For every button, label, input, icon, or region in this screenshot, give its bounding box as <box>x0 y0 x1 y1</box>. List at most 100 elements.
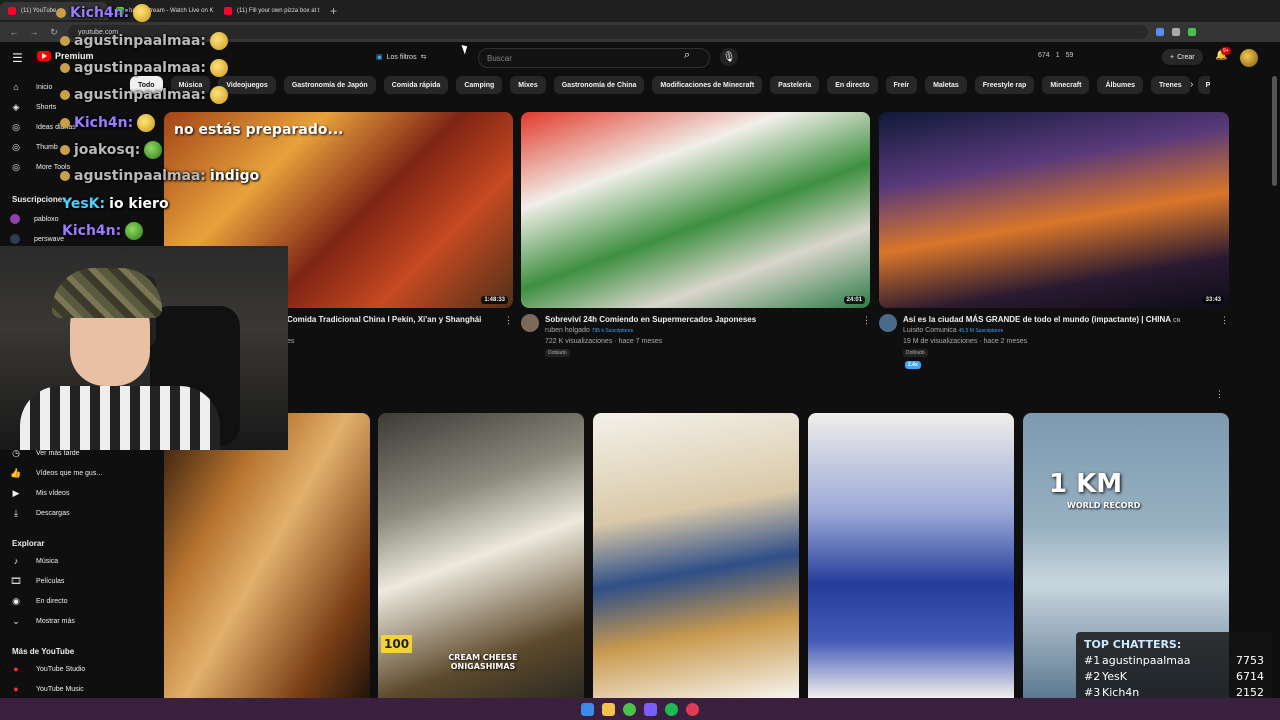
sidebar-item-label: Shorts <box>36 104 57 111</box>
search-icon[interactable]: ⌕ <box>684 49 690 62</box>
sidebar-item-thumb[interactable]: ◎ Thumb <box>10 142 58 153</box>
windows-start-icon[interactable] <box>581 702 594 716</box>
chat-user: joakosq: <box>74 142 141 158</box>
sidebar-item-films[interactable]: 🎞 Películas <box>10 576 64 587</box>
emote-icon <box>210 86 229 104</box>
chatter-count: 6714 <box>1236 670 1264 683</box>
youtube-favicon-icon <box>8 7 16 15</box>
mic-icon[interactable]: 🎙 <box>720 48 738 66</box>
short-thumbnail[interactable] <box>164 413 370 698</box>
video-title[interactable]: Así es la ciudad MÁS GRANDE de todo el m… <box>903 315 1180 324</box>
new-tab-button[interactable]: + <box>330 4 337 18</box>
chip-category[interactable]: Gastronomía de China <box>553 76 645 94</box>
chip-category[interactable]: Álbumes <box>1097 76 1144 94</box>
chip-category[interactable]: Maletas <box>925 76 967 94</box>
sidebar-item-my-videos[interactable]: ▶ Mis vídeos <box>10 488 70 499</box>
extension-icon[interactable] <box>1172 28 1180 36</box>
chat-user: agustinpaalmaa: <box>74 168 207 184</box>
short-thumbnail[interactable] <box>808 413 1014 698</box>
sidebar-item-live[interactable]: ◉ En directo <box>10 596 68 607</box>
emote-icon <box>125 222 144 240</box>
chip-category[interactable]: Comida rápida <box>383 76 449 94</box>
chat-badge-icon <box>60 171 70 181</box>
more-vert-icon[interactable]: ⋮ <box>1220 315 1229 326</box>
live-icon: ◉ <box>12 596 20 606</box>
short-thumbnail[interactable] <box>593 413 799 698</box>
short-thumbnail[interactable]: 100 CREAM CHEESE ONIGASHIMAS <box>378 413 584 698</box>
chip-category[interactable]: Camping <box>456 76 503 94</box>
chip-category[interactable]: Freestyle rap <box>974 76 1035 94</box>
emote-icon <box>210 59 229 77</box>
chip-category[interactable]: Pastelería <box>770 76 820 94</box>
profile-icon[interactable] <box>1188 28 1196 36</box>
flag-label: CN <box>1172 318 1181 324</box>
sidebar-item-label: En directo <box>36 598 68 605</box>
thumbnail-caption: 1 KM <box>1049 469 1123 499</box>
category-chips: Todo Música Videojuegos Gastronomía de Japó… <box>130 76 1210 94</box>
sidebar-sub-item[interactable]: pabloxo <box>10 214 59 224</box>
search-input[interactable]: Buscar <box>478 48 710 68</box>
sidebar-item-label: Mis vídeos <box>36 490 70 497</box>
folder-icon[interactable] <box>602 702 615 716</box>
sidebar-item-shorts[interactable]: ◈ Shorts <box>10 102 57 113</box>
video-meta: 19 M de visualizaciones · hace 2 meses <box>903 338 1028 345</box>
chat-message: Kich4n: <box>60 114 156 132</box>
sidebar-item-studio[interactable]: ● YouTube Studio <box>10 664 85 674</box>
discord-icon[interactable] <box>644 702 657 716</box>
more-vert-icon[interactable]: ⋮ <box>862 315 871 326</box>
video-duration: 24:01 <box>843 296 865 304</box>
channel-avatar[interactable] <box>879 314 897 332</box>
chevron-right-icon[interactable]: › <box>1190 79 1193 90</box>
chip-category[interactable]: En directo <box>827 76 878 94</box>
sidebar-item-home[interactable]: ⌂ Inicio <box>10 82 52 92</box>
chip-category[interactable]: Modificaciones de Minecraft <box>652 76 763 94</box>
bell-icon[interactable]: 🔔 9+ <box>1215 47 1231 61</box>
chrome-icon[interactable] <box>623 702 636 716</box>
video-meta: 722 K visualizaciones · hace 7 meses <box>545 338 663 345</box>
sidebar-item-show-more[interactable]: ⌄ Mostrar más <box>10 616 75 627</box>
emote-icon <box>133 4 152 22</box>
sidebar-item-music[interactable]: ♪ Música <box>10 556 58 566</box>
video-title[interactable]: Comida Tradicional China I Pekín, Xi'an … <box>287 315 481 324</box>
chip-category[interactable]: Pop latino <box>1197 76 1210 94</box>
sidebar-item-liked[interactable]: 👍 Vídeos que me gus... <box>10 468 102 479</box>
spotify-icon[interactable] <box>665 702 678 716</box>
extension-icon[interactable] <box>1156 28 1164 36</box>
chat-message: YesK: io kiero <box>62 196 169 212</box>
back-icon[interactable]: ← <box>8 27 20 37</box>
menu-icon[interactable]: ☰ <box>12 51 23 65</box>
more-vert-icon[interactable]: ⋮ <box>504 315 513 326</box>
sidebar-item-downloads[interactable]: ⤓ Descargas <box>10 508 69 519</box>
channel-avatar <box>10 214 20 224</box>
obs-icon[interactable] <box>686 702 699 716</box>
shorts-more-icon[interactable]: ⋮ <box>1215 389 1224 400</box>
create-button[interactable]: + Crear <box>1162 49 1203 65</box>
chatter-name: agustinpaalmaa <box>1102 654 1191 667</box>
forward-icon[interactable]: → <box>28 27 40 37</box>
chip-category[interactable]: Gastronomía de Japón <box>283 76 376 94</box>
video-thumbnail[interactable]: 24:01 <box>521 112 870 308</box>
chat-message: Kich4n: <box>56 4 152 22</box>
channel-name[interactable]: ruben holgado <box>545 327 590 334</box>
cap-shape <box>52 268 162 318</box>
chip-category[interactable]: Mixes <box>510 76 546 94</box>
chip-category[interactable]: Minecraft <box>1042 76 1090 94</box>
music-icon: ♪ <box>13 556 19 566</box>
filters-button[interactable]: ▣ Los filtros ⇆ <box>376 50 426 64</box>
channel-row: ruben holgado 795 k Suscriptores <box>545 327 633 334</box>
emote-icon <box>144 141 163 159</box>
video-title[interactable]: Sobreviví 24h Comiendo en Supermercados … <box>545 315 756 324</box>
chat-message: Kich4n: <box>62 222 144 240</box>
chatter-rank: #2 <box>1084 670 1101 683</box>
chatter-rank: #1 <box>1084 654 1101 667</box>
channel-avatar[interactable] <box>521 314 539 332</box>
chip-category[interactable]: Freír <box>885 76 918 94</box>
scrollbar[interactable] <box>1272 76 1277 186</box>
video-thumbnail[interactable]: 33:43 <box>879 112 1229 308</box>
channel-name[interactable]: Luisito Comunica <box>903 327 957 334</box>
chip-category[interactable]: Trenes <box>1151 76 1190 94</box>
avatar[interactable] <box>1240 49 1258 67</box>
sidebar-item-ytmusic[interactable]: ● YouTube Music <box>10 684 83 694</box>
webcam-overlay <box>0 246 288 450</box>
sidebar-item-label: Inicio <box>36 83 53 91</box>
